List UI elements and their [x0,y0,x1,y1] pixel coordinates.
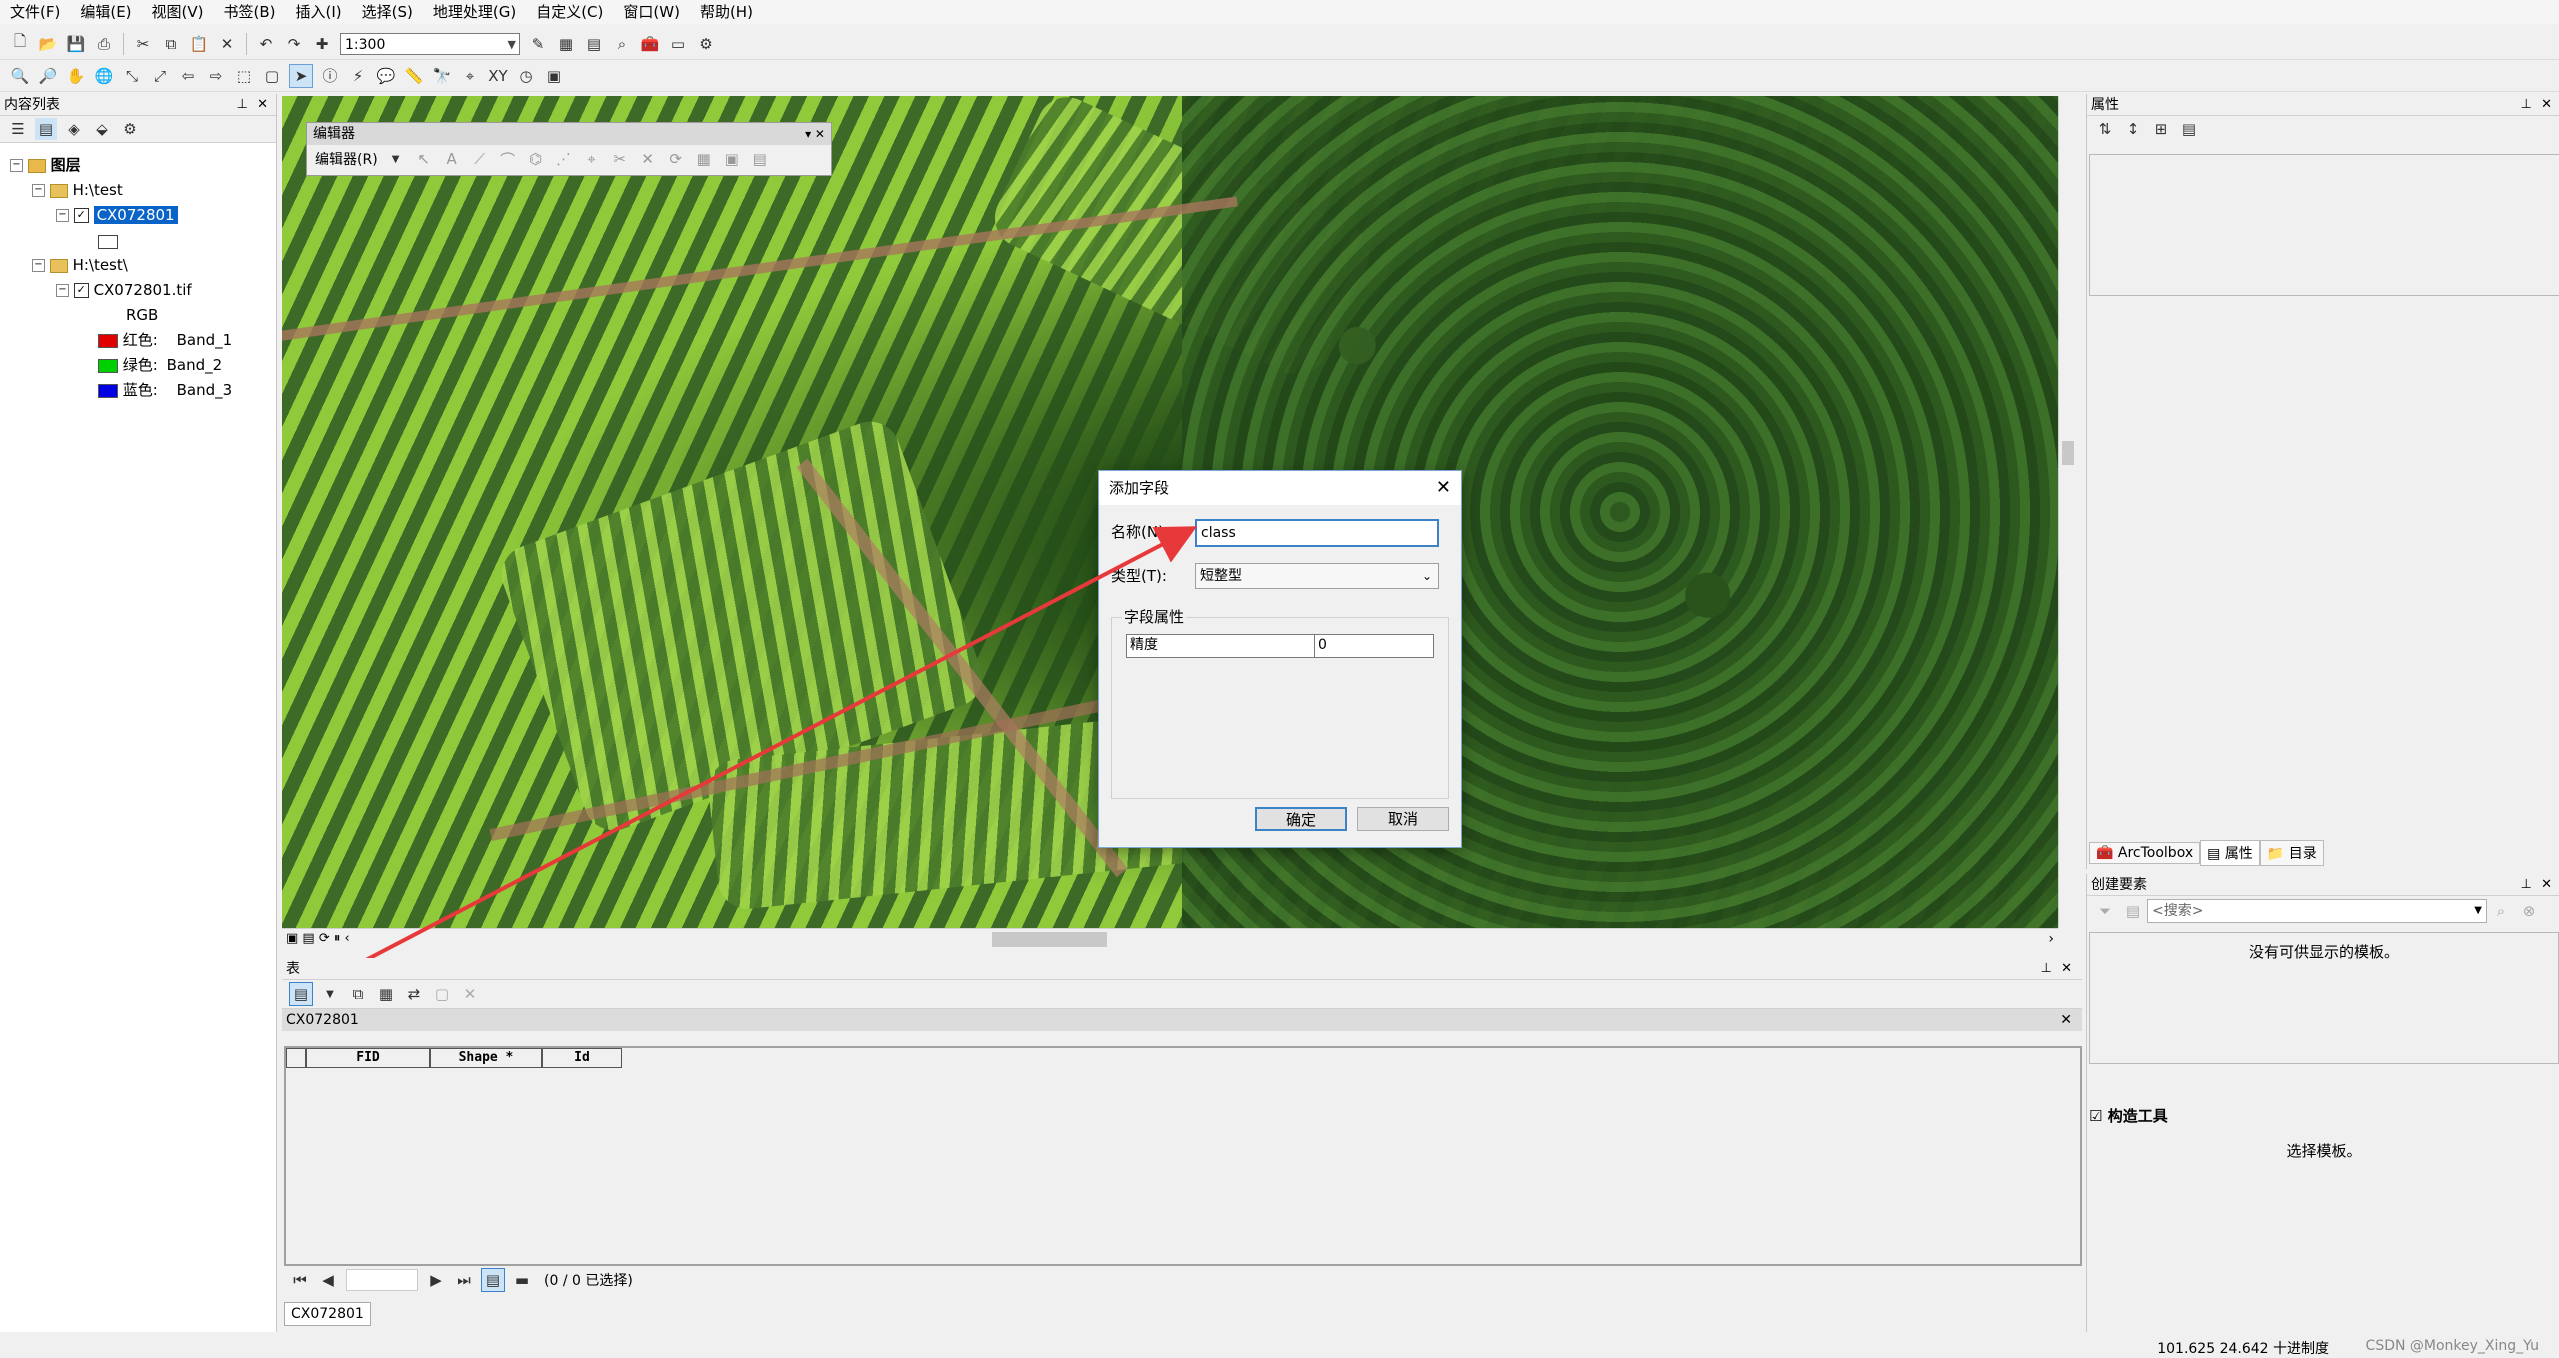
tab-catalog[interactable]: 📁 目录 [2259,840,2324,866]
close-icon[interactable]: ✕ [2541,874,2552,896]
last-record-icon[interactable]: ⏭ [453,1269,475,1291]
create-features-toolbar: ⏷ ▤ <搜索> ▼ ⌕ ⊗ [2087,896,2559,926]
properties-title-text: 属性 [2091,97,2119,113]
alphabetical-icon[interactable]: ↕ [2122,118,2144,140]
create-features-title: 创建要素 ⊥ ✕ [2087,874,2559,896]
pin-icon[interactable]: ⊥ [2041,958,2052,980]
pin-icon[interactable]: ⊥ [2521,874,2532,896]
create-features-panel: 创建要素 ⊥ ✕ ⏷ ▤ <搜索> ▼ ⌕ ⊗ 没有可供显示的模板。 ☑ 构造工… [2086,874,2559,1332]
right-panel-tabs: 🧰 ArcToolbox ▤ 属性 📁 目录 [2089,840,2324,866]
switch-selection-icon[interactable]: ⇄ [403,983,425,1005]
table-title: 表 ⊥ ✕ [282,958,2082,980]
search-placeholder: <搜索> [2152,903,2204,919]
record-status: (0 / 0 已选择) [544,1273,633,1289]
construction-tools-title: 构造工具 [2107,1107,2168,1125]
clear-selection-icon[interactable]: ▢ [431,983,453,1005]
pin-icon[interactable]: ⊥ [2521,94,2532,116]
properties-title: 属性 ⊥ ✕ [2087,94,2559,116]
tab-arctoolbox-label: ArcToolbox [2117,845,2194,861]
close-icon[interactable]: ✕ [2541,94,2552,116]
properties-grid [2089,154,2559,296]
construction-tools-icon: ☑ [2089,1107,2103,1125]
create-features-title-text: 创建要素 [2091,877,2147,893]
table-tab-header: CX072801 ✕ [282,1009,2082,1031]
template-search-input[interactable]: <搜索> ▼ [2147,899,2487,923]
delete-selected-icon[interactable]: ✕ [459,983,481,1005]
close-icon[interactable]: ✕ [2060,1009,2072,1031]
organize-templates-icon[interactable]: ▤ [2122,900,2144,922]
column-header-id[interactable]: Id [542,1048,622,1068]
templates-list: 没有可供显示的模板。 [2089,932,2559,1064]
properties-toolbar: ⇅ ↕ ⊞ ▤ [2087,116,2559,142]
status-bar: 101.625 24.642 十进制度 CSDN @Monkey_Xing_Yu [0,1336,2559,1358]
record-number-input[interactable] [346,1269,418,1291]
chevron-down-icon[interactable]: ▼ [319,983,341,1005]
close-icon[interactable]: ✕ [2061,958,2072,980]
expand-icon[interactable]: ⊞ [2150,118,2172,140]
properties-panel: 属性 ⊥ ✕ ⇅ ↕ ⊞ ▤ 🧰 ArcToolbox ▤ 属性 📁 目录 [2086,94,2559,869]
record-navigator: ⏮ ◀ ▶ ⏭ ▤ ▬ (0 / 0 已选择) [286,1266,633,1294]
select-template-message: 选择模板。 [2286,1142,2362,1160]
tab-arctoolbox[interactable]: 🧰 ArcToolbox [2089,842,2201,864]
table-bottom-tab[interactable]: CX072801 [284,1302,371,1326]
previous-record-icon[interactable]: ◀ [317,1269,339,1291]
related-tables-icon[interactable]: ⧉ [347,983,369,1005]
tab-catalog-label: 目录 [2288,846,2317,862]
tab-properties[interactable]: ▤ 属性 [2200,840,2260,866]
construction-tools-header: ☑ 构造工具 [2089,1104,2559,1128]
table-panel: 表 ⊥ ✕ ▤ ▼ ⧉ ▦ ⇄ ▢ ✕ CX072801 ✕ FID Shape… [282,958,2082,1332]
filter-icon[interactable]: ⏷ [2094,900,2116,922]
column-header-fid[interactable]: FID [306,1048,430,1068]
row-selector-header[interactable] [286,1048,306,1068]
table-tab-name: CX072801 [286,1012,359,1028]
coordinates-readout: 101.625 24.642 十进制度 [2157,1341,2329,1357]
show-all-records-icon[interactable]: ▤ [481,1268,505,1292]
first-record-icon[interactable]: ⏮ [289,1269,311,1291]
watermark-text: CSDN @Monkey_Xing_Yu [2365,1338,2539,1354]
chevron-down-icon[interactable]: ▼ [2474,900,2482,922]
show-selected-records-icon[interactable]: ▬ [511,1269,533,1291]
table-options-icon[interactable]: ▤ [289,982,313,1006]
next-record-icon[interactable]: ▶ [425,1269,447,1291]
attribute-grid[interactable]: FID Shape * Id [284,1046,2082,1266]
table-toolbar: ▤ ▼ ⧉ ▦ ⇄ ▢ ✕ [282,980,2082,1009]
clear-search-icon[interactable]: ⊗ [2518,900,2540,922]
search-icon[interactable]: ⌕ [2490,900,2512,922]
select-by-attributes-icon[interactable]: ▦ [375,983,397,1005]
table-title-text: 表 [286,961,300,977]
no-templates-message: 没有可供显示的模板。 [2248,943,2399,961]
tab-properties-label: 属性 [2224,846,2253,862]
column-header-shape[interactable]: Shape * [430,1048,542,1068]
sort-icon[interactable]: ⇅ [2094,118,2116,140]
options-icon[interactable]: ▤ [2178,118,2200,140]
